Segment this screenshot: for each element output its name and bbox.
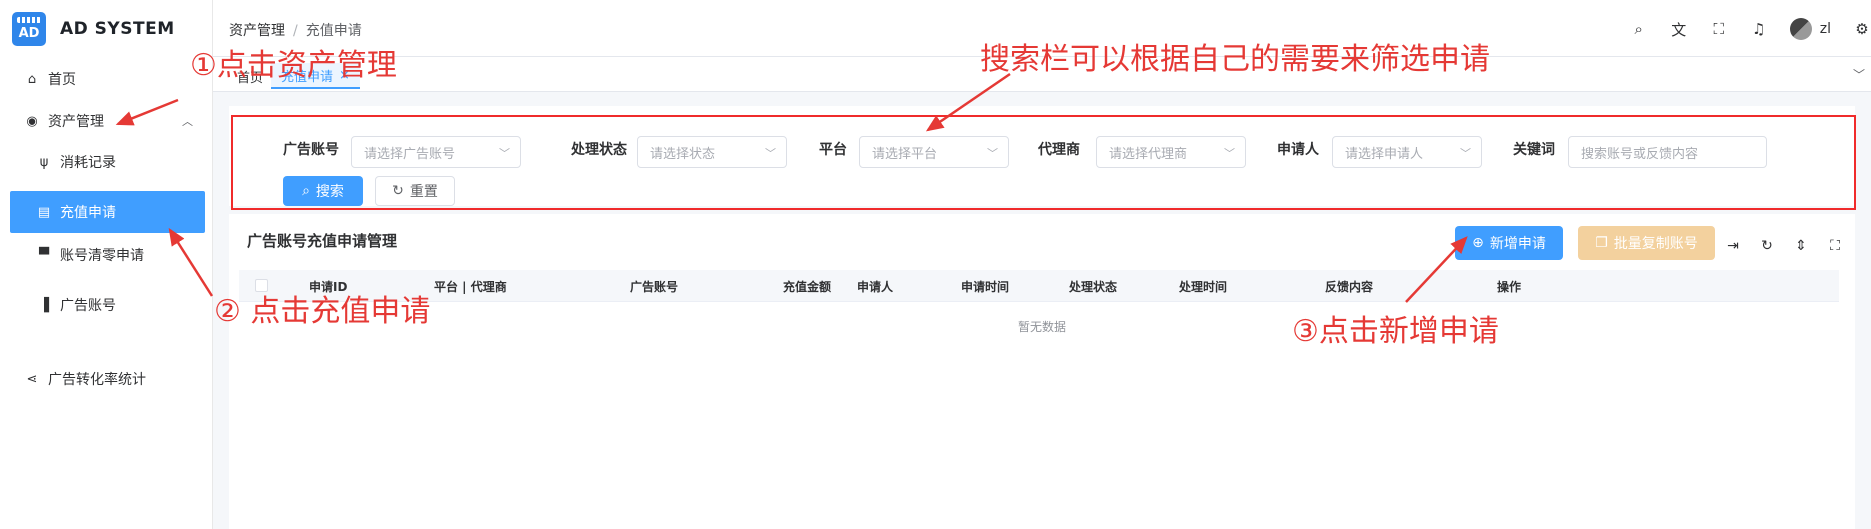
sidebar-item-label: 广告账号	[60, 298, 116, 314]
column-header: 申请时间	[961, 280, 1010, 294]
app-root: AD AD SYSTEM ⌂ 首页 ◉ 资产管理 ︿ ψ 消耗记录 ▤ 充值申请…	[0, 0, 1871, 529]
column-header: 广告账号	[630, 280, 679, 294]
chevron-down-icon[interactable]: ﹀	[1853, 66, 1865, 83]
annotation-highlight-box	[231, 115, 1856, 210]
app-title: AD SYSTEM	[60, 19, 175, 39]
sidebar-item-label: 消耗记录	[60, 155, 116, 171]
sidebar-item-label: 账号清零申请	[60, 248, 144, 264]
sidebar-item-asset-management[interactable]: ◉ 资产管理 ︿	[10, 100, 205, 142]
username[interactable]: zl	[1820, 21, 1831, 37]
sidebar-item-label: 资产管理	[48, 114, 104, 130]
gear-icon[interactable]: ⚙	[1853, 20, 1871, 38]
table-title: 广告账号充值申请管理	[247, 232, 398, 250]
share-icon: ⋖	[26, 371, 38, 387]
fullscreen-icon[interactable]: ⛶	[1710, 20, 1728, 38]
logo-badge: AD	[12, 12, 46, 46]
translate-icon[interactable]: 文	[1670, 20, 1688, 39]
search-icon[interactable]: ⌕	[1630, 20, 1648, 38]
sidebar-item-recharge[interactable]: ▤ 充值申请	[10, 191, 205, 233]
sidebar-item-ad-accounts[interactable]: ▐ 广告账号	[10, 284, 205, 326]
sidebar-item-consumption[interactable]: ψ 消耗记录	[10, 141, 205, 183]
breadcrumb-item[interactable]: 资产管理	[229, 23, 285, 39]
column-header: 申请人	[857, 280, 894, 294]
fullscreen-icon[interactable]: ⛶	[1825, 236, 1845, 256]
sidebar-item-account-reset[interactable]: ▀ 账号清零申请	[10, 234, 205, 276]
column-header: 处理时间	[1179, 280, 1228, 294]
home-icon: ⌂	[27, 71, 37, 87]
logo: AD AD SYSTEM	[12, 12, 175, 46]
breadcrumb-current: 充值申请	[305, 23, 362, 39]
sidebar-item-label: 首页	[48, 72, 76, 88]
sidebar-item-label: 充值申请	[60, 205, 116, 221]
refresh-icon[interactable]: ↻	[1757, 236, 1777, 256]
sidebar-item-label: 广告转化率统计	[48, 372, 146, 388]
sidebar: AD AD SYSTEM ⌂ 首页 ◉ 资产管理 ︿ ψ 消耗记录 ▤ 充值申请…	[0, 0, 213, 529]
document-icon: ▤	[37, 204, 51, 220]
utensils-icon: ψ	[39, 154, 49, 170]
sidebar-item-home[interactable]: ⌂ 首页	[10, 58, 205, 100]
bell-icon[interactable]: ♫	[1750, 20, 1768, 38]
batch-copy-button[interactable]: ❐ 批量复制账号	[1578, 226, 1715, 260]
annotation-step2: ② 点击充值申请	[214, 294, 431, 329]
annotation-search-note: 搜索栏可以根据自己的需要来筛选申请	[980, 42, 1490, 77]
sidebar-item-conversion-stats[interactable]: ⋖ 广告转化率统计	[10, 358, 205, 400]
breadcrumb-separator: /	[293, 23, 298, 39]
books-icon: ▐	[39, 297, 49, 313]
column-header: 平台 | 代理商	[434, 280, 507, 294]
button-label: 新增申请	[1489, 236, 1546, 252]
copy-icon: ❐	[1595, 235, 1608, 251]
annotation-step1: ①点击资产管理	[190, 48, 397, 83]
breadcrumb: 资产管理 / 充值申请	[229, 20, 362, 40]
table-header: 申请ID 平台 | 代理商 广告账号 充值金额 申请人 申请时间 处理状态 处理…	[239, 270, 1839, 302]
table-tools: ⇥ ↻ ⇕ ⛶	[1723, 236, 1845, 256]
asset-icon: ◉	[26, 113, 38, 129]
header-toolbar: ⌕ 文 ⛶ ♫ zl ⚙	[1630, 18, 1871, 40]
column-header: 反馈内容	[1325, 280, 1374, 294]
empty-state: 暂无数据	[1017, 320, 1066, 334]
column-header: 处理状态	[1069, 280, 1118, 294]
column-header: 充值金额	[783, 280, 832, 294]
brush-icon: ▀	[39, 247, 49, 263]
plus-circle-icon: ⊕	[1472, 235, 1484, 251]
avatar[interactable]	[1789, 18, 1812, 40]
table-panel: 广告账号充值申请管理 ⊕ 新增申请 ❐ 批量复制账号 ⇥ ↻ ⇕ ⛶ 申请ID 平台…	[229, 214, 1855, 529]
column-height-icon[interactable]: ⇕	[1791, 236, 1811, 256]
button-label: 批量复制账号	[1613, 236, 1698, 252]
annotation-step3: ③点击新增申请	[1292, 314, 1499, 349]
column-header: 操作	[1497, 280, 1522, 294]
new-application-button[interactable]: ⊕ 新增申请	[1455, 226, 1563, 260]
chevron-up-icon: ︿	[182, 115, 193, 128]
arrow-right-bar-icon[interactable]: ⇥	[1723, 236, 1743, 256]
